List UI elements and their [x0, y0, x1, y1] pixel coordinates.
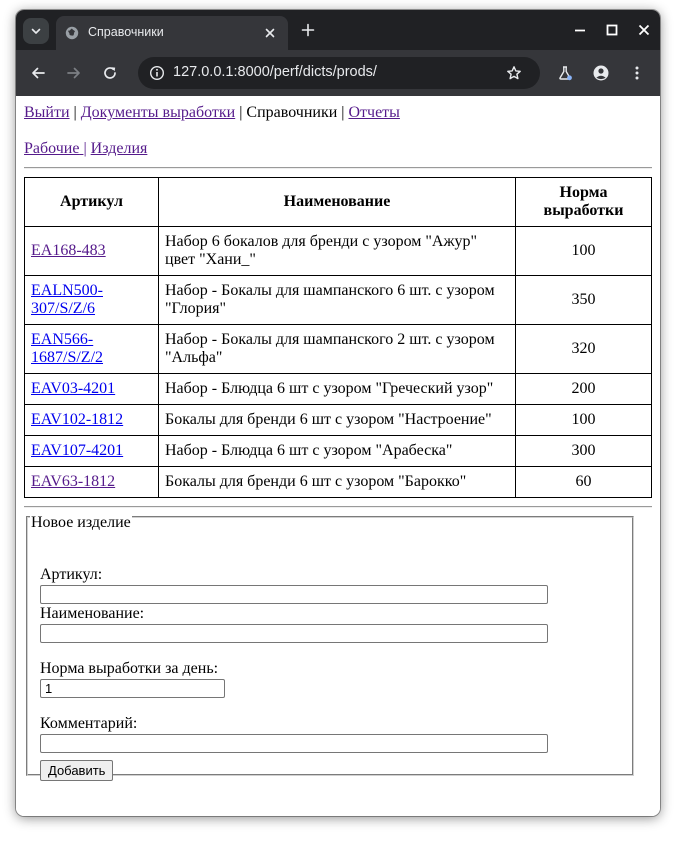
column-header-article: Артикул: [25, 178, 159, 227]
cell-article: EA168-483: [25, 227, 159, 276]
maximize-icon[interactable]: [605, 23, 619, 37]
kebab-menu-icon[interactable]: [629, 65, 645, 81]
comment-label: Комментарий:: [40, 715, 138, 732]
nav-separator: |: [73, 104, 77, 121]
cell-article: EAV107-4201: [25, 436, 159, 467]
tab-active[interactable]: Справочники: [56, 16, 288, 50]
cell-norm: 350: [516, 276, 651, 325]
article-link[interactable]: EA168-483: [31, 242, 106, 259]
article-input[interactable]: [40, 585, 548, 604]
nav-logout-link[interactable]: Выйти: [24, 104, 70, 121]
table-row: EAV102-1812 Бокалы для бренди 6 шт с узо…: [25, 405, 651, 436]
cell-norm: 300: [516, 436, 651, 467]
article-label: Артикул:: [40, 566, 103, 583]
globe-icon: [65, 26, 79, 40]
subnav-workers-link[interactable]: Рабочие |: [24, 140, 87, 157]
name-label: Наименование:: [40, 605, 145, 622]
minimize-icon[interactable]: [573, 23, 587, 37]
cell-name: Бокалы для бренди 6 шт с узором "Настрое…: [159, 405, 516, 436]
norm-label: Норма выработки за день:: [40, 660, 219, 677]
cell-article: EAV03-4201: [25, 374, 159, 405]
address-bar[interactable]: 127.0.0.1:8000/perf/dicts/prods/: [138, 57, 540, 89]
window-close-icon[interactable]: [637, 23, 651, 37]
bookmark-star-icon[interactable]: [506, 65, 522, 81]
nav-separator: |: [341, 104, 345, 121]
cell-article: EALN500-307/S/Z/6: [25, 276, 159, 325]
nav-documents-link[interactable]: Документы выработки: [81, 104, 235, 121]
cell-article: EAV63-1812: [25, 467, 159, 497]
table-row: EAN566-1687/S/Z/2 Набор - Бокалы для шам…: [25, 325, 651, 374]
nav-current-directories: Справочники: [246, 104, 338, 121]
back-arrow-icon[interactable]: [30, 65, 46, 81]
add-button[interactable]: Добавить: [40, 760, 114, 781]
table-header-row: Артикул Наименование Норма выработки: [25, 178, 651, 227]
article-link[interactable]: EAV03-4201: [31, 380, 115, 397]
article-link[interactable]: EAV63-1812: [31, 473, 115, 490]
divider: [24, 167, 652, 169]
tab-title: Справочники: [88, 25, 164, 39]
divider: [24, 506, 652, 508]
products-table: Артикул Наименование Норма выработки EA1…: [24, 177, 652, 498]
norm-input[interactable]: [40, 679, 225, 698]
comment-input[interactable]: [40, 734, 548, 753]
table-row: EAV107-4201 Набор - Блюдца 6 шт с узором…: [25, 436, 651, 467]
table-row: EA168-483 Набор 6 бокалов для бренди с у…: [25, 227, 651, 276]
cell-article: EAN566-1687/S/Z/2: [25, 325, 159, 374]
tab-strip: Справочники: [16, 10, 660, 50]
form-legend: Новое изделие: [30, 514, 132, 532]
browser-toolbar: 127.0.0.1:8000/perf/dicts/prods/: [16, 50, 660, 96]
url-text[interactable]: 127.0.0.1:8000/perf/dicts/prods/: [173, 64, 377, 80]
subnav-products-link[interactable]: Изделия: [91, 140, 148, 157]
nav-reports-link[interactable]: Отчеты: [348, 104, 399, 121]
page-content: Выйти | Документы выработки | Справочник…: [16, 96, 660, 816]
article-link[interactable]: EAV102-1812: [31, 411, 123, 428]
cell-norm: 60: [575, 473, 592, 490]
cell-norm: 100: [516, 227, 651, 276]
cell-name: Набор - Бокалы для шампанского 2 шт. с у…: [159, 325, 516, 374]
name-input[interactable]: [40, 624, 548, 643]
reload-icon[interactable]: [102, 65, 118, 81]
plus-icon[interactable]: [300, 22, 316, 38]
profile-avatar-icon[interactable]: [593, 65, 609, 81]
cell-name: Бокалы для бренди 6 шт с узором "Барокко…: [159, 467, 516, 497]
chevron-down-icon: [31, 28, 41, 34]
sub-nav: Рабочие | Изделия: [24, 140, 147, 158]
tab-search-button[interactable]: [23, 18, 49, 44]
info-icon[interactable]: [149, 65, 165, 81]
close-icon[interactable]: [262, 25, 278, 41]
browser-window: Справочники 127.0.0.1:8000/perf/dicts/pr…: [16, 10, 660, 816]
column-header-name: Наименование: [159, 178, 516, 227]
main-nav: Выйти | Документы выработки | Справочник…: [24, 104, 400, 122]
cell-norm: 100: [516, 405, 651, 436]
article-link[interactable]: EALN500-307/S/Z/6: [31, 282, 103, 317]
article-link[interactable]: EAV107-4201: [31, 442, 123, 459]
cell-name: Набор - Блюдца 6 шт с узором "Греческий …: [159, 374, 516, 405]
cell-norm: 200: [516, 374, 651, 405]
cell-article: EAV102-1812: [25, 405, 159, 436]
cell-name: Набор - Бокалы для шампанского 6 шт. с у…: [159, 276, 516, 325]
table-row: EAV63-1812 Бокалы для бренди 6 шт с узор…: [25, 467, 651, 497]
cell-name: Набор - Блюдца 6 шт с узором "Арабеска": [159, 436, 516, 467]
column-header-norm: Норма выработки: [516, 178, 651, 227]
cell-name: Набор 6 бокалов для бренди с узором "Ажу…: [159, 227, 516, 276]
labs-flask-icon[interactable]: [557, 65, 573, 81]
article-link[interactable]: EAN566-1687/S/Z/2: [31, 331, 103, 366]
forward-arrow-icon[interactable]: [66, 65, 82, 81]
nav-separator: |: [239, 104, 243, 121]
table-row: EAV03-4201 Набор - Блюдца 6 шт с узором …: [25, 374, 651, 405]
cell-norm: 320: [516, 325, 651, 374]
table-row: EALN500-307/S/Z/6 Набор - Бокалы для шам…: [25, 276, 651, 325]
